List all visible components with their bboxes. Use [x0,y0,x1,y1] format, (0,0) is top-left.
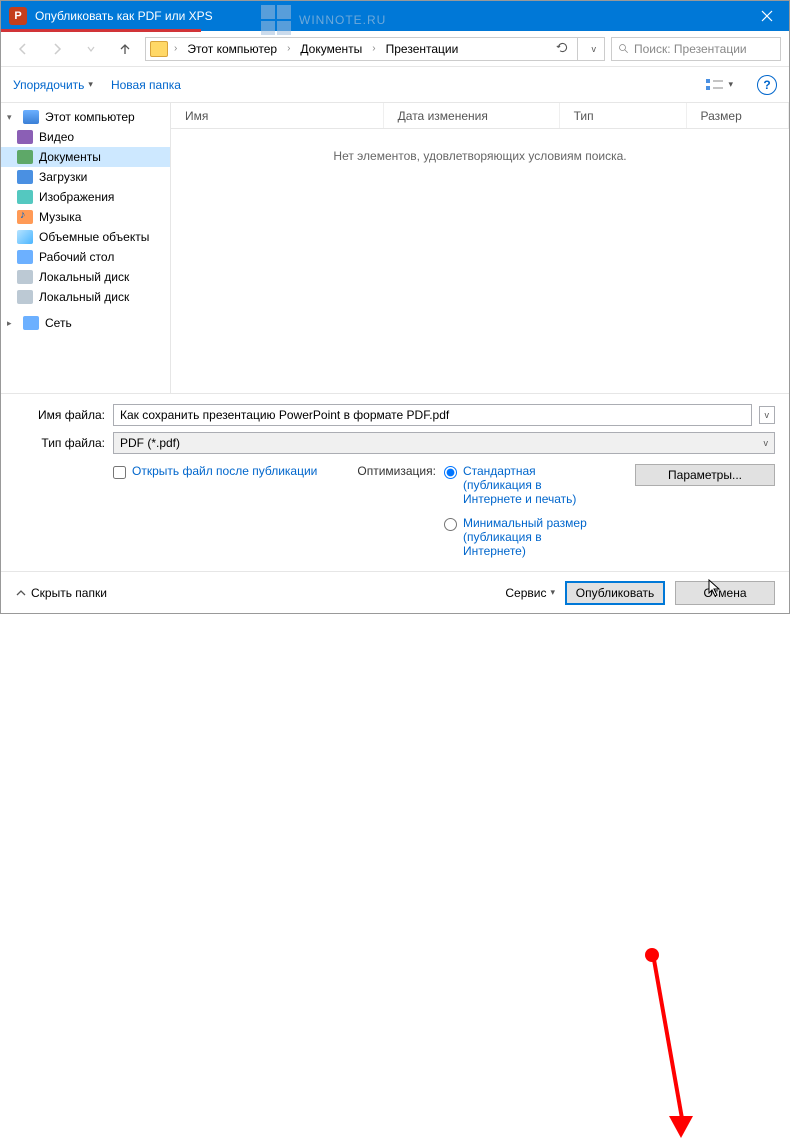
column-headers: Имя Дата изменения Тип Размер [171,103,789,129]
filetype-label: Тип файла: [15,436,105,450]
up-button[interactable] [111,35,139,63]
optimize-label: Оптимизация: [357,464,436,478]
window-title: Опубликовать как PDF или XPS [35,9,744,23]
folder-tree: ▾Этот компьютер Видео Документы Загрузки… [1,103,171,393]
search-input[interactable]: Поиск: Презентации [611,37,781,61]
recent-dropdown[interactable] [77,35,105,63]
crumb-pc[interactable]: Этот компьютер [183,40,281,58]
title-underline [1,29,201,32]
tree-video[interactable]: Видео [1,127,170,147]
filetype-select[interactable]: PDF (*.pdf)v [113,432,775,454]
forward-button[interactable] [43,35,71,63]
crumb-docs[interactable]: Документы [296,40,366,58]
close-button[interactable] [744,1,789,31]
tree-downloads[interactable]: Загрузки [1,167,170,187]
tree-network[interactable]: ▸Сеть [1,313,170,333]
refresh-button[interactable] [550,41,575,57]
empty-message: Нет элементов, удовлетворяющих условиям … [171,129,789,183]
crumb-pres[interactable]: Презентации [382,40,463,58]
chevron-right-icon[interactable]: › [283,43,294,54]
hide-folders-button[interactable]: Скрыть папки [15,586,107,600]
organize-menu[interactable]: Упорядочить ▾ [13,78,93,92]
tree-3dobjects[interactable]: Объемные объекты [1,227,170,247]
new-folder-button[interactable]: Новая папка [111,78,181,92]
tree-drive1[interactable]: Локальный диск [1,267,170,287]
col-date[interactable]: Дата изменения [384,103,560,128]
chevron-up-icon [15,587,27,599]
cancel-button[interactable]: Отмена [675,581,775,605]
filename-input[interactable] [113,404,752,426]
col-name[interactable]: Имя [171,103,384,128]
search-placeholder: Поиск: Презентации [634,42,747,56]
parameters-button[interactable]: Параметры... [635,464,775,486]
col-type[interactable]: Тип [560,103,687,128]
chevron-right-icon[interactable]: › [368,43,379,54]
col-size[interactable]: Размер [687,103,789,128]
cursor-icon [708,579,722,600]
app-icon: P [9,7,27,25]
view-options-button[interactable]: ▾ [699,76,739,94]
tree-desktop[interactable]: Рабочий стол [1,247,170,267]
folder-icon [150,41,168,57]
breadcrumb-dropdown[interactable]: v [588,44,601,54]
breadcrumb[interactable]: › Этот компьютер › Документы › Презентац… [145,37,605,61]
tree-drive2[interactable]: Локальный диск [1,287,170,307]
search-icon [618,43,630,55]
help-button[interactable]: ? [757,75,777,95]
tree-music[interactable]: Музыка [1,207,170,227]
publish-button[interactable]: Опубликовать [565,581,665,605]
tree-pc[interactable]: ▾Этот компьютер [1,107,170,127]
tree-images[interactable]: Изображения [1,187,170,207]
back-button[interactable] [9,35,37,63]
tree-documents[interactable]: Документы [1,147,170,167]
filename-dropdown[interactable]: v [759,406,776,424]
filename-label: Имя файла: [15,408,105,422]
service-menu[interactable]: Сервис▾ [505,586,555,600]
chevron-right-icon[interactable]: › [170,43,181,54]
open-after-checkbox[interactable]: Открыть файл после публикации [113,464,317,479]
radio-minimal[interactable]: Минимальный размер (публикация в Интерне… [444,516,594,558]
radio-standard[interactable]: Стандартная (публикация в Интернете и пе… [444,464,594,506]
